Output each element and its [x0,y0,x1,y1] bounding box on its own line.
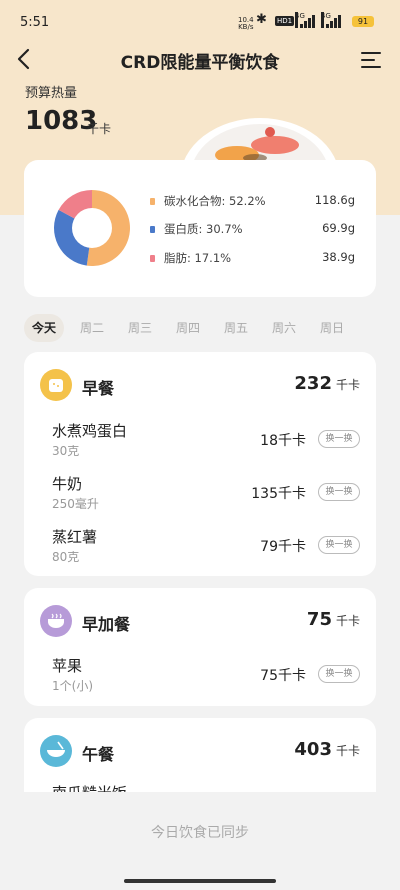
day-tab[interactable]: 周六 [264,314,304,342]
macro-value: 69.9g [322,221,355,235]
day-tab[interactable]: 今天 [24,314,64,342]
food-name: 水煮鸡蛋白 [52,422,128,440]
food-item[interactable]: 牛奶 250毫升 135千卡 换一换 [52,473,360,513]
meal-name: 午餐 [82,745,115,764]
food-item[interactable]: 蒸红薯 80克 79千卡 换一换 [52,526,360,566]
meal-kcal: 75 千卡 [306,609,360,630]
swap-button[interactable]: 换一换 [318,665,360,683]
food-kcal: 18千卡 [260,433,306,449]
hd-voice-badge: HD1 [275,16,295,26]
food-kcal: 75千卡 [260,668,306,684]
food-amount: 30克 [52,444,80,458]
bread-icon [40,369,72,401]
meal-name: 早加餐 [82,615,131,634]
macro-value: 118.6g [314,193,355,207]
meal-header-lunch[interactable]: 午餐 403 千卡 [40,734,360,768]
macro-label: 碳水化合物: 52.2% [164,194,266,208]
day-tabs: 今天 周二 周三 周四 周五 周六 周日 [24,314,376,342]
food-kcal: 79千卡 [260,539,306,555]
day-tab[interactable]: 周五 [216,314,256,342]
day-tab[interactable]: 周二 [72,314,112,342]
signal-icon: 4G [295,12,316,28]
meal-kcal: 403 千卡 [294,739,360,760]
swap-button[interactable]: 换一换 [318,430,360,448]
macro-row: 脂肪: 17.1% 38.9g [150,250,355,266]
macro-donut-chart [54,190,131,266]
bluetooth-icon: ✱ [256,12,267,27]
macro-row: 碳水化合物: 52.2% 118.6g [150,193,355,209]
status-time: 5:51 [20,15,50,30]
food-amount: 250毫升 [52,497,99,511]
swap-button[interactable]: 换一换 [318,483,360,501]
day-tab[interactable]: 周日 [312,314,352,342]
macro-label: 蛋白质: 30.7% [164,222,243,236]
meal-header-morning-snack[interactable]: 早加餐 75 千卡 [40,604,360,638]
food-kcal: 135千卡 [251,486,306,502]
legend-dot [150,255,155,262]
day-tab[interactable]: 周四 [168,314,208,342]
back-arrow-icon[interactable] [14,48,36,70]
food-item[interactable]: 水煮鸡蛋白 30克 18千卡 换一换 [52,420,360,460]
meal-name: 早餐 [82,379,115,398]
food-item[interactable]: 苹果 1个(小) 75千卡 换一换 [52,655,360,695]
home-indicator[interactable] [124,879,276,883]
food-name: 蒸红薯 [52,528,98,546]
legend-dot [150,198,155,205]
food-amount: 80克 [52,550,80,564]
food-name: 牛奶 [52,475,83,493]
menu-icon[interactable] [360,50,382,70]
swap-button[interactable]: 换一换 [318,536,360,554]
food-name: 苹果 [52,657,83,675]
meal-header-breakfast[interactable]: 早餐 232 千卡 [40,368,360,402]
status-bar: 5:51 10.4 KB/s ✱ HD1 4G 4G 91 [0,0,400,40]
macro-label: 脂肪: 17.1% [164,251,232,265]
sync-status: 今日饮食已同步 [151,825,249,841]
cup-icon [40,605,72,637]
macro-value: 38.9g [322,250,355,264]
food-amount: 1个(小) [52,679,93,693]
signal-icon-2: 4G [321,12,342,28]
macro-row: 蛋白质: 30.7% 69.9g [150,221,355,237]
network-speed: 10.4 KB/s [238,16,254,31]
meal-kcal: 232 千卡 [294,373,360,394]
day-tab[interactable]: 周三 [120,314,160,342]
battery-icon: 91 [352,16,374,27]
bowl-icon [40,735,72,767]
budget-label: 预算热量 [25,86,78,101]
budget-unit: 千卡 [87,122,112,136]
legend-dot [150,226,155,233]
page-title: CRD限能量平衡饮食 [120,53,280,73]
